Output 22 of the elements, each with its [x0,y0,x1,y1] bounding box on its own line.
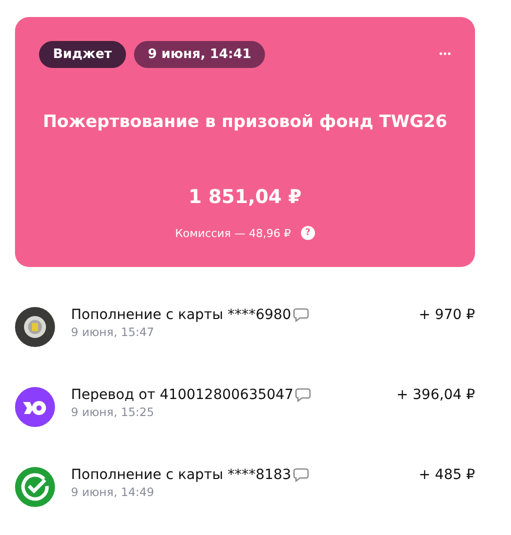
operation-title: Перевод от 410012800635047 [71,387,294,403]
help-button[interactable]: ? [300,226,315,240]
donation-title: Пожертвование в призовой фонд TWG26 [42,112,448,132]
operation-amount: + 396,04 ₽ [396,387,475,403]
amount: 1 851,04 ₽ [188,186,302,208]
operation-time: 9 июня, 14:49 [71,485,156,499]
emblem-icon [15,307,55,347]
operation-title: Пополнение с карты ****6980 [71,307,292,323]
comment-icon[interactable] [293,468,310,482]
operation-amount: + 970 ₽ [418,307,475,323]
more-button[interactable]: ••• [438,50,451,60]
operation-amount: + 485 ₽ [418,467,475,483]
wallet-icon [15,387,55,427]
operation-title: Пополнение с карты ****8183 [71,467,292,483]
comment-icon[interactable] [295,388,312,402]
commission-text: Комиссия — 48,96 ₽ [175,226,291,240]
comment-icon[interactable] [293,308,310,322]
operation-time: 9 июня, 15:25 [71,405,156,419]
tag: 9 июня, 14:41 [134,41,266,68]
operation-time: 9 июня, 15:47 [71,325,156,339]
checkmark-icon [15,467,55,507]
tag: Виджет [39,41,126,68]
